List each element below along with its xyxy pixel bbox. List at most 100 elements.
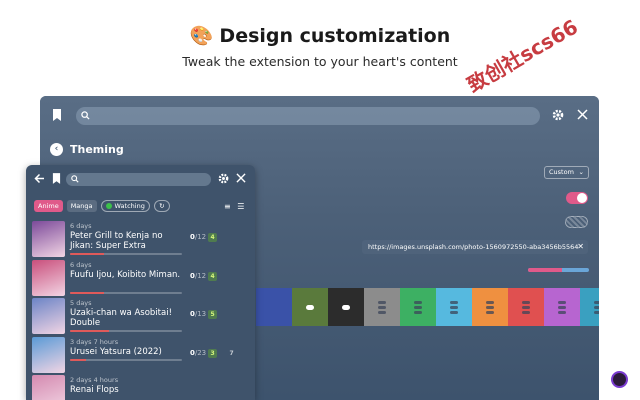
chevron-down-icon: ⌄ [578, 168, 584, 176]
progress-bar-fill [70, 358, 86, 361]
theme-select-value: Custom [549, 168, 574, 176]
color-swatch[interactable] [292, 288, 328, 326]
gear-icon[interactable] [218, 173, 229, 188]
next-episode-countdown: 6 days [70, 260, 92, 269]
color-swatch[interactable] [400, 288, 436, 326]
color-swatch[interactable] [328, 288, 364, 326]
cover-thumbnail[interactable] [32, 336, 65, 373]
opacity-slider-fill [528, 268, 562, 272]
episodes-total: /12 [194, 271, 207, 280]
cover-thumbnail[interactable] [32, 298, 65, 335]
list-item[interactable]: 6 days Peter Grill to Kenja no Jikan: Sup… [32, 220, 249, 259]
progress-bar-fill [70, 330, 110, 333]
score-value: 7 [229, 349, 234, 357]
filter-chips: Anime Manga Watching ↻ [34, 200, 170, 212]
cover-thumbnail[interactable] [32, 259, 65, 296]
close-icon[interactable] [236, 173, 246, 187]
new-episodes-badge: 4 [208, 271, 218, 281]
item-title[interactable]: Peter Grill to Kenja no Jikan: Super Ext… [70, 231, 188, 251]
progress-bar [70, 253, 182, 255]
bookmark-icon[interactable] [52, 173, 61, 188]
color-swatch[interactable] [508, 288, 544, 326]
color-swatch[interactable] [436, 288, 472, 326]
back-arrow-icon[interactable]: ‹ [50, 142, 63, 156]
palette-emoji: 🎨 [189, 25, 214, 47]
page-title: Design customization [219, 25, 451, 47]
color-swatch[interactable] [544, 288, 580, 326]
popup-search-input[interactable] [66, 173, 211, 186]
swatch-selected-marker [342, 304, 350, 310]
theme-select[interactable]: Custom ⌄ [544, 166, 589, 179]
progress-bar [70, 330, 182, 333]
list-item[interactable]: 5 days Uzaki-chan wa Asobitai! Double 0/13… [32, 297, 249, 336]
extension-launcher-button[interactable] [611, 371, 628, 388]
color-swatch[interactable] [472, 288, 508, 326]
item-title[interactable]: Renai Flops [70, 385, 188, 395]
screenshot-root: 🎨 Design customization Tweak the extensio… [0, 0, 640, 400]
clear-url-icon[interactable]: ✕ [577, 240, 584, 254]
watching-status-label: Watching [114, 202, 145, 210]
color-swatch[interactable] [580, 288, 599, 326]
refresh-icon[interactable]: ↻ [153, 200, 170, 212]
status-dot [105, 203, 112, 209]
background-url-value: https://images.unsplash.com/photo-156097… [368, 243, 579, 251]
filter-icon[interactable]: ≡ [224, 202, 231, 211]
progress-bar-fill [70, 291, 104, 294]
list-item[interactable]: 3 days 7 hours Urusei Yatsura (2022) 0/23 3… [32, 336, 249, 375]
swatch-bars-icon [558, 300, 566, 314]
manga-filter-button[interactable]: Manga [66, 200, 97, 212]
item-title[interactable]: Fuufu Ijou, Koibito Miman. [70, 270, 188, 280]
progress-bar [70, 291, 182, 294]
swatch-selected-marker [306, 304, 314, 310]
popup-window: Anime Manga Watching ↻ ≡ ☰ 6 days Peter G… [26, 165, 255, 400]
list-item[interactable]: 6 days Fuufu Ijou, Koibito Miman. 0/12 4 [32, 259, 249, 298]
close-icon[interactable] [577, 109, 588, 124]
color-swatch[interactable] [364, 288, 400, 326]
anime-filter-button[interactable]: Anime [34, 200, 63, 212]
episodes-total: /23 [194, 348, 207, 357]
swatch-bars-icon [594, 300, 599, 314]
cover-thumbnail[interactable] [32, 221, 65, 257]
next-episode-countdown: 5 days [70, 299, 92, 308]
theming-section-header[interactable]: ‹ Theming [50, 140, 124, 158]
episodes-total: /13 [194, 310, 207, 319]
episode-progress[interactable]: 0/23 3 7 [190, 348, 236, 358]
list-tools: ≡ ☰ [224, 202, 244, 211]
theme-toggle[interactable] [566, 192, 588, 204]
swatch-bars-icon [450, 300, 458, 314]
progress-bar-fill [70, 253, 104, 255]
gear-icon[interactable] [552, 109, 564, 125]
background-url-input[interactable]: https://images.unsplash.com/photo-156097… [362, 240, 588, 254]
opacity-slider[interactable] [528, 268, 589, 272]
item-title[interactable]: Uzaki-chan wa Asobitai! Double [70, 308, 188, 328]
new-episodes-badge: 5 [208, 310, 218, 320]
episode-progress[interactable]: 0/13 5 [190, 310, 218, 320]
next-episode-countdown: 3 days 7 hours [70, 337, 119, 346]
back-arrow-icon[interactable] [34, 173, 45, 188]
episode-progress[interactable]: 0/12 4 [190, 233, 218, 242]
episodes-total: /12 [194, 233, 207, 241]
watching-status-select[interactable]: Watching [100, 200, 150, 212]
list-view-icon[interactable]: ☰ [237, 202, 244, 211]
cover-thumbnail[interactable] [32, 375, 65, 400]
settings-topbar [40, 96, 599, 136]
popup-header [26, 165, 255, 193]
color-swatches [256, 288, 599, 326]
new-episodes-badge: 4 [208, 233, 218, 242]
swatch-bars-icon [414, 300, 422, 314]
settings-search-input[interactable] [76, 107, 540, 125]
bookmark-icon[interactable] [52, 109, 62, 125]
swatch-bars-icon [378, 300, 386, 314]
swatch-bars-icon [522, 300, 530, 314]
list-item[interactable]: 2 days 4 hours Renai Flops [32, 374, 249, 400]
new-episodes-badge: 3 [208, 348, 218, 358]
theming-label: Theming [70, 142, 124, 156]
episode-progress[interactable]: 0/12 4 [190, 271, 218, 281]
next-episode-countdown: 6 days [70, 222, 92, 230]
progress-bar [70, 358, 182, 361]
color-swatch[interactable] [256, 288, 292, 326]
item-title[interactable]: Urusei Yatsura (2022) [70, 347, 188, 357]
anime-list: 6 days Peter Grill to Kenja no Jikan: Sup… [32, 220, 249, 400]
swatch-bars-icon [486, 300, 494, 314]
pattern-toggle[interactable] [565, 216, 588, 228]
